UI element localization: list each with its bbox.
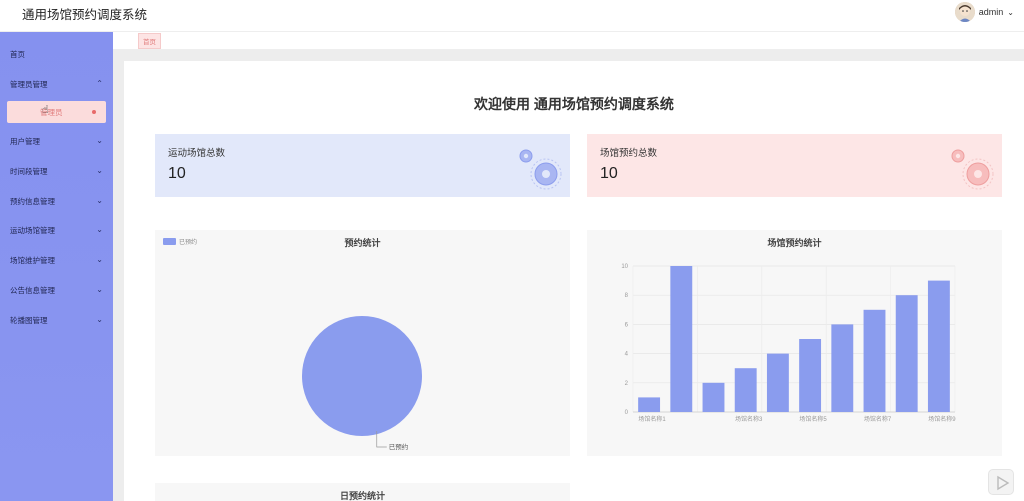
- chart-title: 日预约统计: [339, 491, 385, 501]
- card-label: 场馆预约总数: [600, 148, 658, 159]
- bar: [927, 280, 950, 412]
- y-tick-label: 8: [625, 293, 629, 299]
- play-icon: [997, 475, 1010, 491]
- chevron-down-icon: ⌄: [96, 255, 103, 264]
- x-tick-label: 场馆名称5: [799, 415, 827, 423]
- bar: [863, 309, 886, 412]
- x-tick-label: 场馆名称1: [638, 415, 666, 423]
- sidebar: 首页 管理员管理 ⌃ 管理员 ☝ 用户管理 ⌄ 时间段管理 ⌄ 预约信息管理 ⌄…: [0, 32, 113, 501]
- bar: [799, 339, 822, 412]
- sidebar-item-label: 预约信息管理: [10, 196, 55, 206]
- y-tick-label: 4: [625, 352, 629, 358]
- chevron-down-icon[interactable]: ⌄: [1007, 8, 1014, 17]
- sidebar-item-carousel-management[interactable]: 轮播图管理 ⌄: [0, 309, 113, 331]
- y-tick-label: 0: [625, 410, 629, 416]
- y-tick-label: 2: [625, 381, 629, 387]
- sidebar-item-venue-management[interactable]: 运动场馆管理 ⌄: [0, 219, 113, 241]
- sidebar-item-admin-management[interactable]: 管理员管理 ⌃: [0, 73, 113, 95]
- sidebar-item-label: 公告信息管理: [10, 285, 55, 295]
- sidebar-item-label: 用户管理: [10, 136, 40, 146]
- venue-bar-chart-panel: 场馆预约统计 0 2 4 6 8 10 场馆名称1 场馆名称3 场馆名称5 场馆名称7 场馆名称9: [587, 230, 1002, 456]
- sidebar-item-timeslot-management[interactable]: 时间段管理 ⌄: [0, 160, 113, 182]
- chevron-down-icon: ⌄: [96, 225, 103, 234]
- tab-strip: 首页: [113, 32, 1024, 50]
- y-tick-label: 10: [621, 264, 628, 270]
- bar: [766, 353, 789, 412]
- chevron-up-icon: ⌃: [96, 79, 103, 88]
- gear-icon: [951, 149, 994, 190]
- sidebar-item-label: 场馆维护管理: [10, 255, 55, 265]
- hand-cursor-icon: ☝: [42, 104, 49, 116]
- sidebar-item-user-management[interactable]: 用户管理 ⌄: [0, 130, 113, 152]
- page-title: 欢迎使用 通用场馆预约调度系统: [474, 96, 674, 112]
- sidebar-item-label: 运动场馆管理: [10, 225, 55, 235]
- sidebar-item-label: 管理员管理: [10, 79, 48, 89]
- pie-chart: 已预约: [302, 316, 422, 451]
- reservation-pie-chart-panel: 已预约 预约统计 已预约: [155, 230, 570, 456]
- sidebar-item-label: 时间段管理: [10, 166, 48, 176]
- app-title: 通用场馆预约调度系统: [22, 8, 148, 22]
- tab-label: 首页: [143, 39, 156, 46]
- sidebar-item-home[interactable]: 首页: [0, 43, 113, 65]
- chevron-down-icon: ⌄: [96, 166, 103, 175]
- y-tick-label: 6: [625, 322, 629, 328]
- sidebar-subitem-admin[interactable]: 管理员: [7, 101, 106, 123]
- reservation-count-card: 场馆预约总数 10: [587, 134, 1002, 197]
- card-label: 运动场馆总数: [168, 148, 226, 159]
- username[interactable]: admin: [979, 7, 1004, 17]
- pie-label: 已预约: [389, 442, 409, 451]
- sidebar-item-maintenance-management[interactable]: 场馆维护管理 ⌄: [0, 249, 113, 271]
- chevron-down-icon: ⌄: [96, 315, 103, 324]
- dashboard: 欢迎使用 通用场馆预约调度系统 运动场馆总数 10 场馆预约总数 10 已预约 …: [124, 61, 1024, 501]
- bar: [831, 324, 854, 412]
- x-tick-label: 场馆名称7: [864, 415, 892, 423]
- chevron-down-icon: ⌄: [96, 285, 103, 294]
- card-value: 10: [600, 165, 618, 182]
- bar: [670, 266, 693, 412]
- sidebar-item-label: 首页: [10, 49, 25, 59]
- bar: [895, 295, 918, 412]
- sidebar-item-reservation-management[interactable]: 预约信息管理 ⌄: [0, 190, 113, 212]
- chevron-down-icon: ⌄: [96, 136, 103, 145]
- pie-slice: [302, 316, 422, 436]
- x-tick-label: 场馆名称3: [735, 415, 763, 423]
- sidebar-item-label: 轮播图管理: [10, 315, 48, 325]
- user-menu[interactable]: admin ⌄: [954, 2, 1014, 22]
- venue-count-card: 运动场馆总数 10: [155, 134, 570, 197]
- x-tick-label: 场馆名称9: [928, 415, 956, 423]
- play-button[interactable]: [988, 469, 1014, 495]
- main-area: 欢迎使用 通用场馆预约调度系统 运动场馆总数 10 场馆预约总数 10 已预约 …: [113, 50, 1024, 501]
- bar: [734, 368, 757, 412]
- chevron-down-icon: ⌄: [96, 196, 103, 205]
- gear-icon: [519, 149, 562, 190]
- user-avatar-icon: [954, 2, 975, 22]
- bar-chart: 0 2 4 6 8 10 场馆名称1 场馆名称3 场馆名称5 场馆名称7 场馆名称9: [621, 264, 956, 423]
- sidebar-item-notice-management[interactable]: 公告信息管理 ⌄: [0, 279, 113, 301]
- bar: [702, 382, 725, 412]
- avatar[interactable]: [954, 2, 975, 22]
- card-value: 10: [168, 165, 186, 182]
- top-header: 通用场馆预约调度系统 admin ⌄: [0, 0, 1024, 32]
- tab-home[interactable]: 首页: [138, 33, 161, 49]
- bar: [638, 397, 661, 412]
- daily-chart-panel: 日预约统计: [155, 483, 570, 501]
- active-dot-icon: [92, 110, 96, 114]
